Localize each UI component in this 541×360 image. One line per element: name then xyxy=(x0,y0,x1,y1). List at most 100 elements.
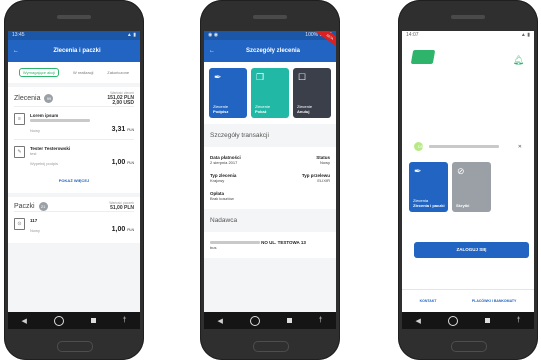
phone-order-details: BETA ◉ ◉100% 12:15 ← Szczegóły zlecenia … xyxy=(200,0,340,360)
status-time: 13:45 xyxy=(12,32,25,38)
order-amount: 1,00 xyxy=(111,159,126,166)
nav-extra-icon[interactable]: † xyxy=(123,317,127,324)
nav-extra-icon[interactable]: † xyxy=(517,317,521,324)
cancel-card[interactable]: ☐ Zlecenie Anuluj xyxy=(293,68,331,118)
quick-cards: ✒ Zlecenia Zlecenia i paczki ⊘ Skrytki xyxy=(409,162,491,212)
nav-recents-icon[interactable] xyxy=(90,318,96,323)
app-bar: ← Szczegóły zlecenia xyxy=(204,40,336,62)
sender-sub: bus xyxy=(210,245,217,250)
sender-details: NO UL. TESTOWA 13 bus xyxy=(204,232,336,258)
nav-back-icon[interactable]: ◀ xyxy=(21,317,26,325)
phone-orders: 13:45 ▲ ▮ ← Zlecenia i paczki Wymagające … xyxy=(4,0,144,360)
document-icon: ≡ xyxy=(14,113,25,125)
detail-row: Typ zlecenia Krajowy Typ przelewu ELIXIR xyxy=(210,169,330,187)
app-bar: ← Zlecenia i paczki xyxy=(8,40,140,62)
order-currency: PLN xyxy=(127,128,134,132)
nav-recents-icon[interactable] xyxy=(286,318,292,323)
detail-row: Data płatności 2 sierpnia 2017 Status Nowy xyxy=(210,151,330,169)
branches-atms-link[interactable]: PLACÓWKI I BANKOMATY xyxy=(472,299,516,303)
notification-icons: ◉ ◉ xyxy=(208,32,219,38)
phone-speaker xyxy=(253,15,287,19)
order-sub: test xyxy=(30,151,37,156)
nav-recents-icon[interactable] xyxy=(484,318,490,323)
action-cards: ✒ Zlecenie Podpisz ❐ Zlecenie Pokaż ☐ Zleceni… xyxy=(204,62,336,124)
nav-back-icon[interactable]: ◀ xyxy=(217,317,222,325)
pen-icon: ✒ xyxy=(214,72,222,82)
transaction-details: Data płatności 2 sierpnia 2017 Status Nowy… xyxy=(204,147,336,209)
package-name: 117 xyxy=(30,218,38,223)
close-icon[interactable]: ✕ xyxy=(518,144,522,150)
phone-home-button xyxy=(451,341,487,352)
filter-in-progress[interactable]: W realizacji xyxy=(73,70,93,75)
app-logo-icon xyxy=(410,50,436,64)
phone-speaker xyxy=(57,15,91,19)
payment-date-value: 2 sierpnia 2017 xyxy=(210,160,238,165)
phone-home-button xyxy=(253,341,289,352)
android-nav-bar: ◀ † xyxy=(402,312,534,329)
packages-sum: Wartość paczek 51,00 PLN xyxy=(109,201,134,211)
orders-title: Zlecenia xyxy=(14,95,41,102)
order-item[interactable]: ✎ Tester Testerowski test Wypełnij podpi… xyxy=(14,139,134,172)
nav-home-icon[interactable] xyxy=(447,315,458,326)
packages-sum-pln: 51,00 PLN xyxy=(110,205,134,211)
transaction-details-title: Szczegóły transakcji xyxy=(204,124,336,147)
page-title: Zlecenia i paczki xyxy=(53,48,101,54)
user-row[interactable]: DS ✕ xyxy=(414,142,522,151)
clipboard-icon: ☐ xyxy=(298,72,307,82)
order-item[interactable]: ≡ Lorem ipsum Nowy 3,31 PLN xyxy=(14,106,134,139)
login-footer: KONTAKT PLACÓWKI I BANKOMATY xyxy=(402,289,534,312)
login-button[interactable]: ZALOGUJ SIĘ xyxy=(414,242,529,258)
fee-value: Brak kosztów xyxy=(210,196,234,201)
orders-sum: Wartość zleceń 151,02 PLN 2,00 USD xyxy=(107,91,134,106)
contact-link[interactable]: KONTAKT xyxy=(420,299,437,303)
nav-home-icon[interactable] xyxy=(53,315,64,326)
sender-address: NO UL. TESTOWA 13 xyxy=(261,240,306,245)
nav-home-icon[interactable] xyxy=(249,315,260,326)
android-nav-bar: ◀ † xyxy=(204,312,336,329)
blurred-username xyxy=(429,145,499,148)
bell-icon[interactable]: 🔔︎ xyxy=(513,55,524,66)
order-details-screen: BETA ◉ ◉100% 12:15 ← Szczegóły zlecenia … xyxy=(204,31,336,329)
order-currency: PLN xyxy=(127,161,134,165)
order-status: Nowy xyxy=(30,128,41,133)
filter-tabs: Wymagające akcji W realizacji Zakończone xyxy=(8,62,140,83)
order-type-value: Krajowy xyxy=(210,178,225,183)
card-label: Zlecenia i paczki xyxy=(413,203,445,208)
nav-back-icon[interactable]: ◀ xyxy=(415,317,420,325)
orders-packages-card[interactable]: ✒ Zlecenia Zlecenia i paczki xyxy=(409,162,448,212)
signal-icons: ▲ ▮ xyxy=(520,32,530,38)
packages-count-badge: 21 xyxy=(38,201,48,211)
show-more-button[interactable]: POKAŻ WIĘCEJ xyxy=(14,172,134,189)
filter-completed[interactable]: Zakończone xyxy=(107,70,129,75)
filter-requires-action[interactable]: Wymagające akcji xyxy=(18,68,60,77)
order-amount: 3,31 xyxy=(111,126,126,133)
orders-section: Zlecenia 99 Wartość zleceń 151,02 PLN 2,00 … xyxy=(8,87,140,193)
phone-home-button xyxy=(57,341,93,352)
mailbox-card[interactable]: ⊘ Skrytki xyxy=(452,162,491,212)
package-currency: PLN xyxy=(127,228,134,232)
packages-section: Paczki 21 Wartość paczek 51,00 PLN ⊙ 117 N… xyxy=(8,197,140,243)
card-label: Skrytki xyxy=(456,203,470,208)
status-value: Nowy xyxy=(319,160,330,165)
status-bar: 13:45 ▲ ▮ xyxy=(8,31,140,40)
pen-icon: ✒ xyxy=(414,166,422,176)
orders-sum-usd: 2,00 USD xyxy=(112,100,134,106)
phone-speaker xyxy=(451,15,485,19)
package-status: Nowy xyxy=(30,228,41,233)
user-initials: DS xyxy=(417,144,424,149)
sender-title: Nadawca xyxy=(204,209,336,232)
blurred-sender-name xyxy=(210,241,260,245)
package-icon: ⊙ xyxy=(14,218,25,230)
detail-row: Opłata Brak kosztów xyxy=(210,187,330,205)
nav-extra-icon[interactable]: † xyxy=(319,317,323,324)
transfer-type-value: ELIXIR xyxy=(317,178,330,183)
order-status: Wypełnij podpis xyxy=(30,161,58,166)
card-label: Podpisz xyxy=(213,109,229,114)
signal-icons: ▲ ▮ xyxy=(126,32,136,38)
login-screen: 14:07 ▲ ▮ 🔔︎ DS ✕ ✒ Zlecenia Zlecenia i pac… xyxy=(402,31,534,329)
orders-count-badge: 99 xyxy=(44,94,54,103)
sign-card[interactable]: ✒ Zlecenie Podpisz xyxy=(209,68,247,118)
package-item[interactable]: ⊙ 117 Nowy 1,00 PLN xyxy=(14,211,134,239)
show-card[interactable]: ❐ Zlecenie Pokaż xyxy=(251,68,289,118)
package-amount: 1,00 xyxy=(111,226,126,233)
